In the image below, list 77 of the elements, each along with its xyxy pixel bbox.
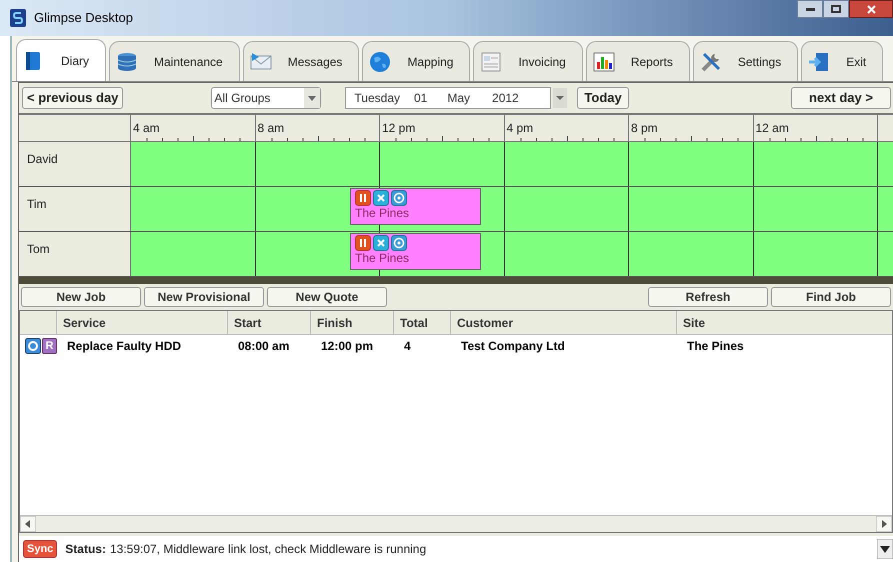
- bar-chart-icon: [592, 50, 615, 72]
- tab[interactable]: Diary: [16, 39, 106, 81]
- weekday-text: Tuesday: [354, 90, 400, 107]
- minimize-button[interactable]: [797, 0, 823, 18]
- tab[interactable]: Settings: [692, 41, 798, 81]
- action-button[interactable]: Refresh: [648, 287, 768, 307]
- hour-label: 4 pm: [506, 120, 534, 137]
- close-button[interactable]: [849, 0, 893, 18]
- date-picker[interactable]: Tuesday 01 May 2012: [345, 87, 552, 109]
- window-title: Glimpse Desktop: [34, 9, 133, 28]
- day-text: 01: [414, 90, 428, 107]
- resource-name: Tom: [27, 242, 50, 256]
- tab[interactable]: Maintenance: [109, 41, 240, 81]
- document-icon: [480, 50, 502, 72]
- database-icon: [116, 50, 138, 72]
- status-label: Status:: [65, 541, 106, 558]
- tab[interactable]: Exit: [801, 41, 884, 81]
- dropdown-arrow-icon[interactable]: [877, 539, 893, 559]
- appointment-block[interactable]: The Pines: [350, 233, 481, 270]
- exit-door-icon: [808, 50, 830, 72]
- table-cell: 08:00 am: [238, 339, 290, 353]
- envelope-icon: [250, 50, 272, 72]
- today-button[interactable]: Today: [577, 87, 629, 109]
- scroll-left-icon[interactable]: [20, 516, 36, 532]
- app-icon: [10, 9, 26, 27]
- column-header[interactable]: Customer: [457, 314, 514, 332]
- close-icon: [866, 4, 876, 14]
- month-text: May: [447, 90, 470, 107]
- resource-name: Tim: [27, 197, 47, 211]
- previous-day-button[interactable]: < previous day: [22, 87, 124, 109]
- table-cell: 4: [404, 339, 411, 353]
- tab[interactable]: Reports: [586, 41, 690, 81]
- table-cell: Test Company Ltd: [461, 339, 565, 353]
- close-icon[interactable]: [373, 235, 389, 251]
- action-button[interactable]: New Provisional: [144, 287, 264, 307]
- close-icon[interactable]: [373, 190, 389, 206]
- hour-label: 8 am: [258, 120, 284, 137]
- tab[interactable]: Invoicing: [473, 41, 583, 81]
- scroll-right-icon[interactable]: [876, 516, 892, 532]
- circle-status-icon: [25, 338, 41, 354]
- next-day-button[interactable]: next day >: [791, 87, 891, 109]
- column-header[interactable]: Total: [400, 314, 428, 332]
- pause-icon[interactable]: [355, 235, 371, 251]
- appointment-label: The Pines: [355, 206, 410, 220]
- pause-icon[interactable]: [355, 190, 371, 206]
- table-cell: 12:00 pm: [321, 339, 374, 353]
- column-header[interactable]: Start: [234, 314, 262, 332]
- table-cell: Replace Faulty HDD: [67, 339, 182, 353]
- year-text: 2012: [492, 90, 519, 107]
- globe-icon: [369, 50, 392, 72]
- hour-label: 12 pm: [382, 120, 416, 137]
- appointment-label: The Pines: [355, 251, 410, 265]
- hour-label: 4 am: [133, 120, 160, 137]
- column-header[interactable]: Service: [63, 314, 106, 332]
- resource-name: David: [27, 152, 58, 166]
- flag-badge: R: [42, 338, 57, 354]
- horizontal-scrollbar[interactable]: [20, 515, 892, 532]
- tab[interactable]: Mapping: [362, 41, 470, 81]
- maximize-icon: [831, 5, 841, 13]
- group-dropdown[interactable]: All Groups: [211, 87, 322, 109]
- hour-label: 12 am: [756, 120, 789, 137]
- status-message: 13:59:07, Middleware link lost, check Middleware is running: [110, 541, 426, 558]
- table-cell: The Pines: [687, 339, 744, 353]
- action-button[interactable]: Find Job: [771, 287, 891, 307]
- column-header[interactable]: Site: [683, 314, 706, 332]
- appointment-block[interactable]: The Pines: [350, 188, 481, 225]
- target-icon[interactable]: [391, 235, 407, 251]
- action-button[interactable]: New Quote: [267, 287, 387, 307]
- sync-badge[interactable]: Sync: [23, 540, 58, 558]
- column-header[interactable]: Finish: [317, 314, 352, 332]
- action-button[interactable]: New Job: [21, 287, 141, 307]
- minimize-icon: [806, 8, 814, 10]
- maximize-button[interactable]: [823, 0, 849, 18]
- hour-label: 8 pm: [631, 120, 658, 137]
- tools-icon: [700, 50, 722, 72]
- tab[interactable]: Messages: [242, 41, 360, 81]
- target-icon[interactable]: [391, 190, 407, 206]
